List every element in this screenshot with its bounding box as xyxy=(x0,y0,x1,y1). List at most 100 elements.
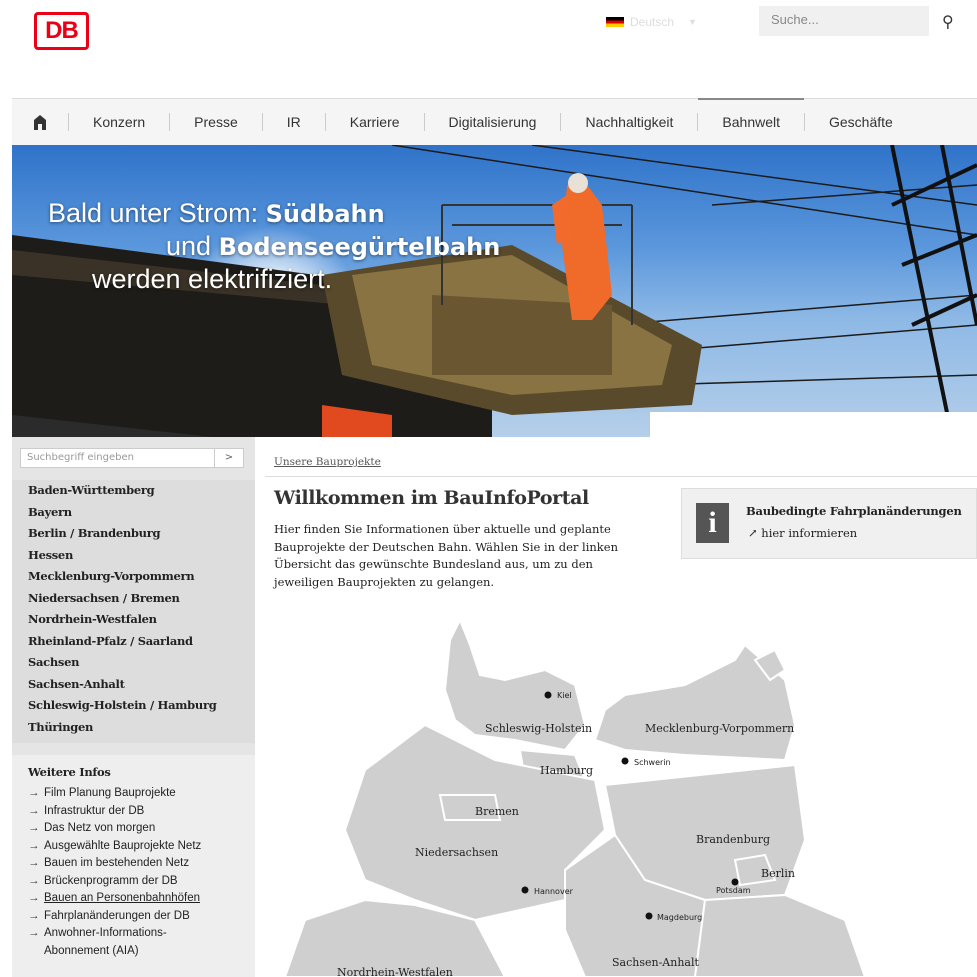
hero-line2-bold: Bodenseegürtelbahn xyxy=(218,233,501,261)
info-box-title: Baubedingte Fahrplanänderungen xyxy=(746,504,962,518)
link-label: Brückenprogramm der DB xyxy=(44,874,178,887)
page-title: Willkommen im BauInfoPortal xyxy=(274,487,589,509)
link-label: Ausgewählte Bauprojekte Netz xyxy=(44,839,202,852)
state-list: Baden-Württemberg Bayern Berlin / Brande… xyxy=(12,480,255,743)
weitere-link-brueckenprogramm[interactable]: → Brückenprogramm der DB xyxy=(28,873,255,891)
germany-map-svg: Schleswig-Holstein Mecklenburg-Vorpommer… xyxy=(283,617,867,977)
map-city-potsdam: Potsdam xyxy=(716,886,751,895)
nav-karriere[interactable]: Karriere xyxy=(324,113,424,131)
map-label-berlin: Berlin xyxy=(761,867,795,880)
city-dot-kiel xyxy=(544,691,552,699)
chevron-down-icon: ▼ xyxy=(688,17,697,27)
state-link-schleswig-holstein-hamburg[interactable]: Schleswig-Holstein / Hamburg xyxy=(28,695,255,717)
db-logo[interactable]: DB xyxy=(34,12,89,50)
arrow-right-icon: → xyxy=(28,927,40,939)
map-city-hannover: Hannover xyxy=(534,887,574,896)
nav-bahnwelt[interactable]: Bahnwelt xyxy=(697,98,804,131)
language-selector[interactable]: Deutsch ▼ xyxy=(606,10,716,34)
state-link-rheinland-pfalz-saarland[interactable]: Rheinland-Pfalz / Saarland xyxy=(28,631,255,653)
weitere-link-aia-cont[interactable]: Abonnement (AIA) xyxy=(28,943,255,961)
hero-line1-regular: Bald unter Strom: xyxy=(48,198,266,228)
nav-ir[interactable]: IR xyxy=(261,113,325,131)
hero-line2-regular: und xyxy=(166,231,219,261)
arrow-right-icon: → xyxy=(28,909,40,922)
nav-geschaefte[interactable]: Geschäfte xyxy=(804,113,917,131)
search-icon[interactable]: ⚲ xyxy=(942,12,954,31)
sidebar-search-button[interactable]: > xyxy=(214,449,243,467)
main-navigation: Konzern Presse IR Karriere Digitalisieru… xyxy=(12,98,977,145)
hero-corner xyxy=(650,412,977,437)
weitere-link-film[interactable]: → Film Planung Bauprojekte xyxy=(28,785,255,803)
weitere-link-fahrplanaenderungen[interactable]: → Fahrplanänderungen der DB xyxy=(28,908,255,926)
state-link-niedersachsen-bremen[interactable]: Niedersachsen / Bremen xyxy=(28,588,255,610)
hero-headline: Bald unter Strom: Südbahn und Bodenseegü… xyxy=(48,197,500,295)
weitere-infos-title: Weitere Infos xyxy=(28,765,111,779)
map-city-magdeburg: Magdeburg xyxy=(657,913,702,922)
map-city-schwerin: Schwerin xyxy=(634,758,671,767)
sidebar-search-input[interactable]: Suchbegriff eingeben xyxy=(20,448,244,468)
state-link-hessen[interactable]: Hessen xyxy=(28,545,255,567)
germany-map[interactable]: Schleswig-Holstein Mecklenburg-Vorpommer… xyxy=(265,600,977,977)
weitere-link-bauen-im-netz[interactable]: → Bauen im bestehenden Netz xyxy=(28,855,255,873)
arrow-right-icon: → xyxy=(28,804,40,817)
arrow-right-icon: → xyxy=(28,892,40,904)
weitere-infos: Weitere Infos → Film Planung Bauprojekte … xyxy=(12,755,255,977)
german-flag-icon xyxy=(606,17,624,27)
city-dot-magdeburg xyxy=(645,912,653,920)
city-dot-potsdam xyxy=(731,878,739,886)
hero-line1-bold: Südbahn xyxy=(265,200,385,228)
map-label-niedersachsen: Niedersachsen xyxy=(415,846,498,859)
nav-digitalisierung[interactable]: Digitalisierung xyxy=(423,113,561,131)
info-box-link[interactable]: ↗ hier informieren xyxy=(748,526,857,540)
link-label: Bauen im bestehenden Netz xyxy=(44,857,190,869)
info-link-label: hier informieren xyxy=(761,526,858,540)
nav-nachhaltigkeit[interactable]: Nachhaltigkeit xyxy=(560,113,697,131)
search-input[interactable]: Suche... xyxy=(759,6,929,36)
state-link-baden-wuerttemberg[interactable]: Baden-Württemberg xyxy=(28,480,255,502)
map-label-nordrhein-westfalen: Nordrhein-Westfalen xyxy=(337,966,453,977)
arrow-right-icon: → xyxy=(28,857,40,869)
state-link-nordrhein-westfalen[interactable]: Nordrhein-Westfalen xyxy=(28,609,255,631)
state-link-sachsen-anhalt[interactable]: Sachsen-Anhalt xyxy=(28,674,255,696)
breadcrumb[interactable]: Unsere Bauprojekte xyxy=(274,456,381,468)
link-label: Fahrplanänderungen der DB xyxy=(44,909,190,922)
state-link-bayern[interactable]: Bayern xyxy=(28,502,255,524)
external-arrow-icon: ↗ xyxy=(748,526,762,540)
weitere-link-infrastruktur[interactable]: → Infrastruktur der DB xyxy=(28,803,255,821)
state-link-thueringen[interactable]: Thüringen xyxy=(28,717,255,739)
weitere-link-aia[interactable]: → Anwohner-Informations- xyxy=(28,925,255,943)
state-link-berlin-brandenburg[interactable]: Berlin / Brandenburg xyxy=(28,523,255,545)
link-label: Das Netz von morgen xyxy=(44,822,156,834)
info-icon: i xyxy=(696,503,729,543)
map-label-brandenburg: Brandenburg xyxy=(696,833,770,846)
arrow-right-icon: → xyxy=(28,874,40,887)
link-label: Infrastruktur der DB xyxy=(44,804,145,817)
language-label: Deutsch xyxy=(630,15,675,29)
weitere-link-ausgewaehlte[interactable]: → Ausgewählte Bauprojekte Netz xyxy=(28,838,255,856)
weitere-link-netz-von-morgen[interactable]: → Das Netz von morgen xyxy=(28,820,255,838)
hero-banner[interactable]: Bald unter Strom: Südbahn und Bodenseegü… xyxy=(12,145,977,437)
home-icon[interactable] xyxy=(12,114,68,130)
nav-konzern[interactable]: Konzern xyxy=(68,113,169,131)
link-label: Bauen an Personenbahnhöfen xyxy=(44,892,201,904)
map-label-schleswig-holstein: Schleswig-Holstein xyxy=(485,722,592,735)
map-city-kiel: Kiel xyxy=(557,691,572,700)
city-dot-hannover xyxy=(521,886,529,894)
state-link-sachsen[interactable]: Sachsen xyxy=(28,652,255,674)
arrow-right-icon: → xyxy=(28,822,40,834)
weitere-link-personenbahnhoefe[interactable]: → Bauen an Personenbahnhöfen xyxy=(28,890,255,908)
divider xyxy=(265,476,977,477)
intro-text: Hier finden Sie Informationen über aktue… xyxy=(274,522,618,589)
map-label-bremen: Bremen xyxy=(475,805,519,818)
link-label: Film Planung Bauprojekte xyxy=(44,787,176,799)
map-region-east[interactable] xyxy=(693,893,867,977)
arrow-right-icon: → xyxy=(28,787,40,799)
link-label: Abonnement (AIA) xyxy=(44,944,139,957)
link-label: Anwohner-Informations- xyxy=(44,927,167,939)
map-label-mecklenburg-vorpommern: Mecklenburg-Vorpommern xyxy=(645,722,794,735)
arrow-right-icon: → xyxy=(28,839,40,852)
nav-presse[interactable]: Presse xyxy=(169,113,262,131)
city-dot-schwerin xyxy=(621,757,629,765)
map-label-sachsen-anhalt: Sachsen-Anhalt xyxy=(612,956,699,969)
state-link-mecklenburg-vorpommern[interactable]: Mecklenburg-Vorpommern xyxy=(28,566,255,588)
